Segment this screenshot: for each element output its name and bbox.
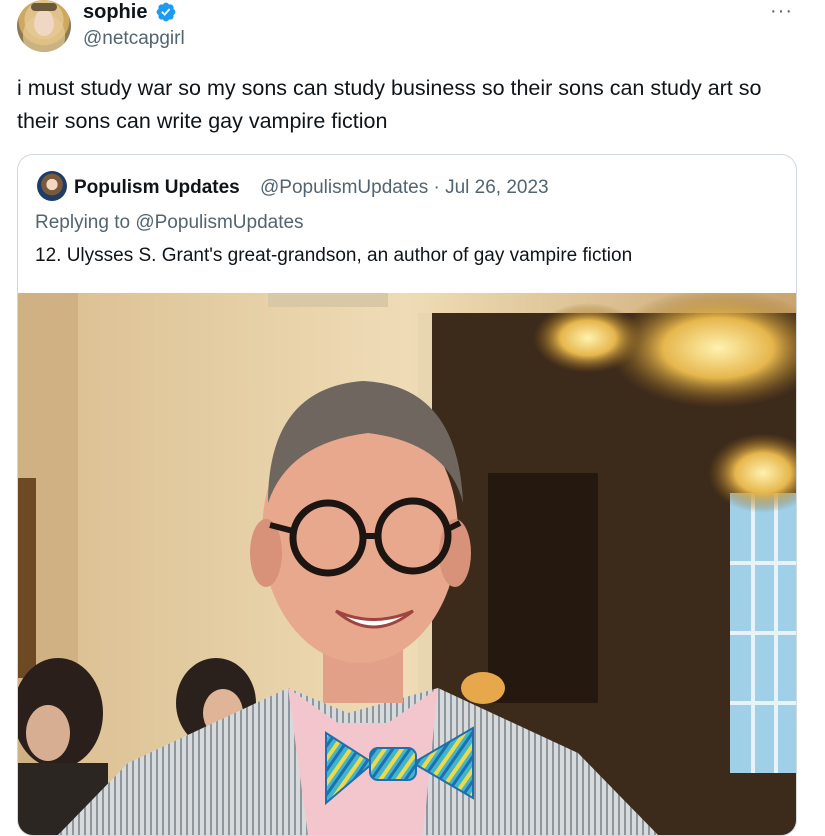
- tweet-text: i must study war so my sons can study bu…: [17, 76, 762, 133]
- avatar-goggles: [31, 3, 57, 11]
- quoted-author-avatar[interactable]: [37, 171, 67, 201]
- replying-to-prefix: Replying to: [35, 212, 136, 233]
- verified-badge-icon: [156, 2, 176, 22]
- author-avatar[interactable]: [17, 0, 71, 52]
- quoted-tweet-photo[interactable]: [18, 293, 796, 835]
- photo-illustration: [18, 293, 796, 835]
- author-handle[interactable]: @netcapgirl: [83, 27, 185, 51]
- replying-to-handle[interactable]: @PopulismUpdates: [135, 212, 303, 233]
- quoted-author-meta[interactable]: @PopulismUpdates · Jul 26, 2023: [260, 176, 549, 200]
- more-options-icon[interactable]: ···: [770, 0, 793, 22]
- replying-to: Replying to @PopulismUpdates: [35, 211, 304, 235]
- quoted-tweet-text: 12. Ulysses S. Grant's great-grandson, a…: [35, 245, 633, 266]
- quoted-tweet[interactable]: Populism Updates @PopulismUpdates · Jul …: [17, 154, 797, 836]
- avatar-face: [34, 12, 54, 36]
- author-name[interactable]: sophie: [83, 0, 147, 24]
- quoted-author-name[interactable]: Populism Updates: [74, 176, 240, 200]
